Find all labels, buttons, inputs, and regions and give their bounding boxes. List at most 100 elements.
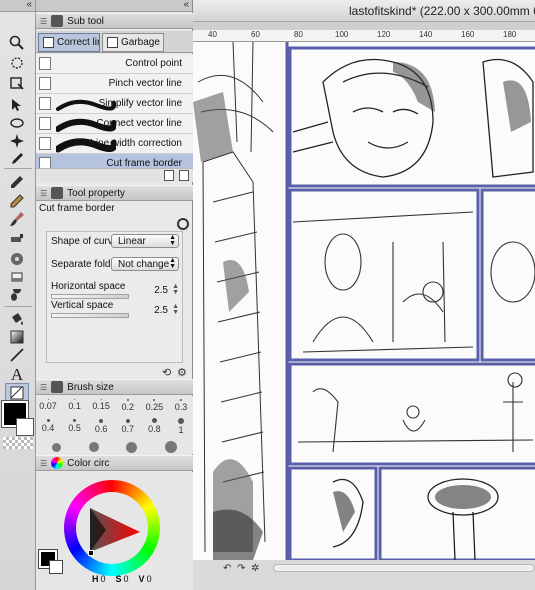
color-circle-panel-header[interactable]: ☰ Color circ <box>36 455 193 471</box>
horizontal-space-spinner[interactable]: ▲ ▼ <box>172 283 179 296</box>
pen-icon[interactable] <box>5 172 29 192</box>
brush-size-option[interactable]: 0.5 <box>65 419 85 433</box>
canvas-tabstrip <box>193 22 535 30</box>
simplify-icon <box>39 97 51 110</box>
rotate-right-icon[interactable]: ↷ <box>237 563 245 574</box>
move-layer-icon[interactable] <box>5 73 29 93</box>
subtool-icon <box>51 15 64 27</box>
brush-icon[interactable] <box>5 209 29 229</box>
rotate-left-icon[interactable]: ↶ <box>223 563 231 574</box>
new-subtool-icon[interactable] <box>164 170 174 181</box>
drawing-canvas[interactable] <box>193 42 535 560</box>
tab-correct-line[interactable]: Correct lin <box>38 33 100 52</box>
canvas-titlebar: lastofitskind* (222.00 x 300.00mm 600 <box>193 0 535 22</box>
brush-size-label: 0.3 <box>174 401 188 412</box>
list-item[interactable]: Simplify vector line <box>36 94 193 114</box>
trash-icon[interactable] <box>179 170 189 181</box>
brush-dot <box>153 398 156 401</box>
subtool-panel-header[interactable]: ☰ Sub tool <box>36 13 193 29</box>
brush-size-option[interactable]: 0.25 <box>144 398 164 412</box>
panel-grip-icon[interactable]: ☰ <box>40 459 47 468</box>
horizontal-space-slider[interactable] <box>51 294 129 299</box>
panel-grip-icon[interactable]: ☰ <box>40 17 47 26</box>
list-item[interactable]: Control point <box>36 54 193 74</box>
brush-dot[interactable] <box>88 442 99 452</box>
tab-label: Correct lin <box>57 37 100 48</box>
reset-icon[interactable]: ⟲ <box>162 366 171 379</box>
brush-size-option[interactable]: 0.1 <box>65 399 85 411</box>
brush-dot[interactable] <box>165 441 178 453</box>
brush-dot <box>126 398 129 401</box>
brush-dot[interactable] <box>51 442 61 452</box>
color-circle-icon <box>51 457 64 469</box>
frame-border-icon[interactable] <box>5 383 29 403</box>
correct-line-icon <box>43 37 54 48</box>
saturation-value-triangle[interactable] <box>86 506 142 554</box>
settings-icon[interactable]: ⚙ <box>177 366 187 379</box>
control-point-icon <box>39 57 51 70</box>
garbage-icon <box>107 37 118 48</box>
line-icon[interactable] <box>5 345 29 365</box>
list-item[interactable]: Line width correction <box>36 134 193 154</box>
pencil-icon[interactable] <box>5 191 29 211</box>
horizontal-scrollbar[interactable] <box>273 564 535 572</box>
subtool-panel-title: Sub tool <box>67 15 104 27</box>
brush-dot[interactable] <box>126 441 138 453</box>
bucket-icon[interactable] <box>5 309 29 329</box>
connect-icon <box>39 117 51 130</box>
subtool-list: Control point Pinch vector line Simplify… <box>36 54 193 174</box>
brush-dot <box>177 417 184 424</box>
separate-folder-select[interactable]: Not change ▲ ▼ <box>111 257 179 271</box>
list-item-label: Line width correction <box>90 138 182 149</box>
brush-size-option[interactable]: 0.07 <box>38 399 58 411</box>
brush-dot <box>100 399 102 400</box>
brush-size-option[interactable]: 0.4 <box>38 419 58 433</box>
panel-grip-icon[interactable]: ☰ <box>40 383 47 392</box>
airbrush-icon[interactable] <box>5 229 29 249</box>
text-icon[interactable]: A <box>5 365 29 385</box>
lasso-select-icon[interactable] <box>5 54 29 74</box>
collapse-icon[interactable]: « <box>26 0 32 10</box>
hue-value: 0 <box>100 574 106 584</box>
brush-size-label: 0.6 <box>94 423 108 434</box>
brush-size-option[interactable]: 0.15 <box>91 399 111 411</box>
vertical-space-slider[interactable] <box>51 313 129 318</box>
brush-size-option[interactable]: 0.7 <box>118 418 138 434</box>
transparent-color-swatch[interactable] <box>3 437 33 449</box>
zoom-icon[interactable] <box>5 33 29 53</box>
color-cursor[interactable] <box>88 550 94 556</box>
decoration-icon[interactable] <box>5 249 29 269</box>
vertical-space-value[interactable]: 2.5 <box>154 305 168 316</box>
fill-icon[interactable] <box>5 285 29 305</box>
operation-icon[interactable] <box>5 95 29 115</box>
brush-size-option[interactable]: 1 <box>171 417 191 435</box>
brush-size-option[interactable]: 0.8 <box>144 418 164 434</box>
auto-select-icon[interactable] <box>5 131 29 151</box>
tab-garbage-cleanup[interactable]: Garbage c <box>102 33 164 52</box>
tool-property-panel-header[interactable]: ☰ Tool property <box>36 185 193 201</box>
vertical-space-spinner[interactable]: ▲ ▼ <box>172 303 179 316</box>
brush-size-option[interactable]: 0.2 <box>118 398 138 412</box>
list-item[interactable]: Connect vector line <box>36 114 193 134</box>
brush-size-option[interactable]: 0.6 <box>91 418 111 434</box>
sub-color-swatch[interactable] <box>16 418 34 436</box>
shape-of-curve-select[interactable]: Linear ▲ ▼ <box>111 234 179 248</box>
search-icon[interactable] <box>177 218 189 230</box>
horizontal-space-value[interactable]: 2.5 <box>154 285 168 296</box>
select-icon[interactable] <box>5 113 29 133</box>
brush-dot <box>46 419 50 422</box>
reset-rotation-icon[interactable]: ✲ <box>251 563 259 574</box>
gradient-icon[interactable] <box>5 327 29 347</box>
panel-grip-icon[interactable]: ☰ <box>40 189 47 198</box>
brush-dot <box>73 419 77 422</box>
subtool-group-tabs: Correct lin Garbage c <box>36 31 193 53</box>
brush-size-panel-header[interactable]: ☰ Brush size <box>36 379 193 395</box>
brush-size-option[interactable]: 0.3 <box>171 398 191 412</box>
eyedropper-icon[interactable] <box>5 149 29 169</box>
eraser-icon[interactable] <box>5 267 29 287</box>
collapse-icon[interactable]: « <box>183 0 189 10</box>
list-item[interactable]: Pinch vector line <box>36 74 193 94</box>
brush-dot <box>74 399 76 400</box>
ruler-tick: 60 <box>251 30 260 39</box>
sub-color-swatch[interactable] <box>49 560 63 574</box>
